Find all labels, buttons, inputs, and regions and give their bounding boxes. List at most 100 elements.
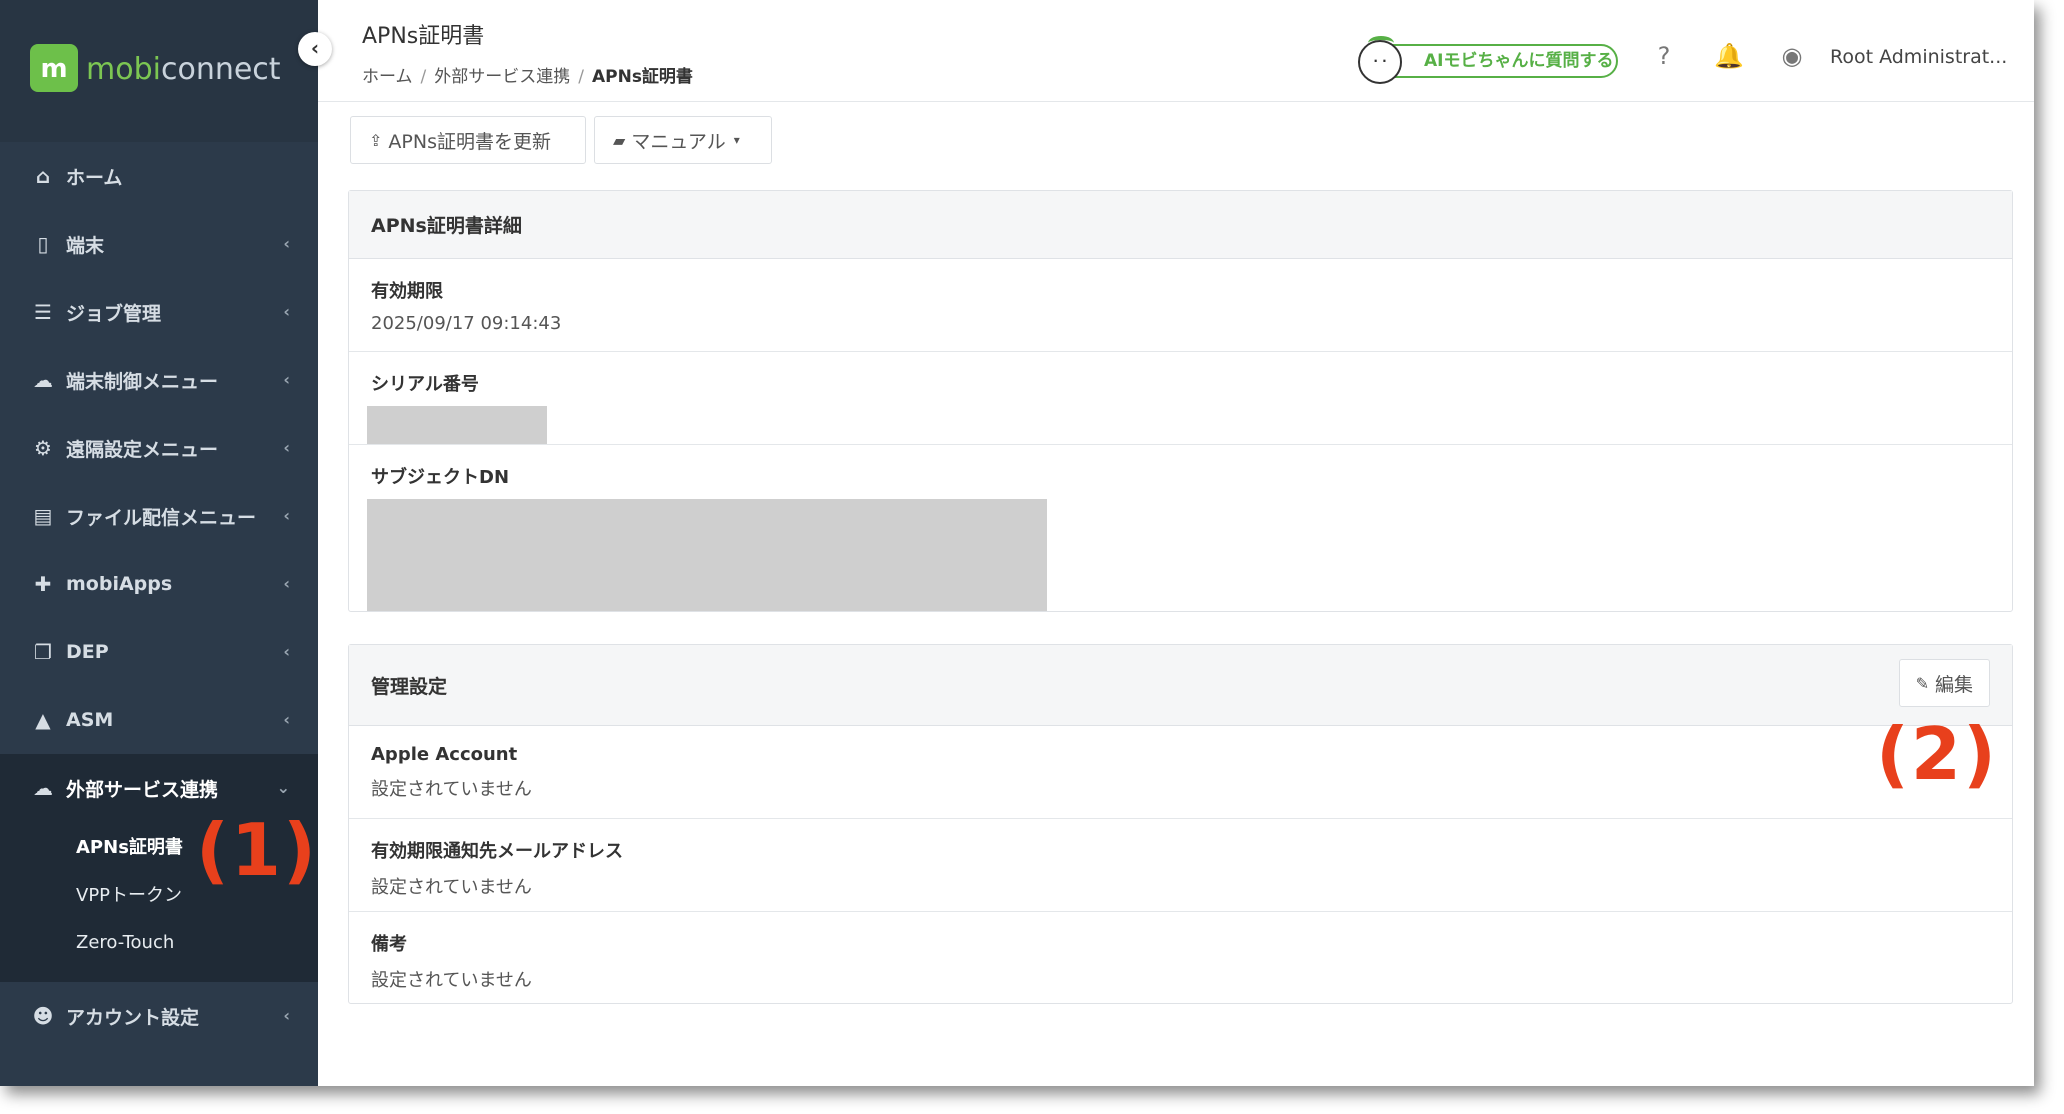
sidebar-item-dep[interactable]: ❐ DEP ‹: [0, 618, 318, 686]
chevron-left-icon: ‹: [283, 710, 290, 729]
header: APNs証明書 ホーム / 外部サービス連携 / APNs証明書 · · AIモビちゃん…: [318, 0, 2034, 102]
ai-assistant-button[interactable]: · · AIモビちゃんに質問する: [1358, 36, 1618, 84]
app-window: m mobiconnect ⌂ ホーム ▯ 端末 ‹ ☰ ジョブ管理 ‹ ☁ 端…: [0, 0, 2034, 1086]
ai-assistant-label: AIモビちゃんに質問する: [1424, 51, 1614, 71]
user-menu[interactable]: Root Administrat...: [1830, 46, 2007, 68]
edit-label: 編集: [1934, 673, 1973, 696]
puzzle-icon: ✚: [34, 572, 52, 596]
sidebar-nav: ⌂ ホーム ▯ 端末 ‹ ☰ ジョブ管理 ‹ ☁ 端末制御メニュー ‹ ⚙ 遠隔…: [0, 142, 318, 1050]
manual-label: マニュアル: [631, 130, 726, 153]
logo-text-part1: mobi: [86, 52, 161, 87]
sidebar-subitem-zero-touch[interactable]: Zero-Touch: [0, 918, 318, 966]
page-title: APNs証明書: [362, 24, 485, 49]
graduation-cap-icon: ▲: [35, 708, 51, 732]
subject-label: サブジェクトDN: [371, 467, 510, 488]
help-icon[interactable]: ?: [1650, 42, 1678, 70]
sidebar-item-devices[interactable]: ▯ 端末 ‹: [0, 210, 318, 278]
breadcrumb-home[interactable]: ホーム: [362, 67, 413, 87]
caret-down-icon: ▾: [733, 133, 740, 147]
chevron-left-icon: ‹: [283, 370, 290, 389]
book-icon: ▰: [613, 130, 626, 150]
notification-email-field: 有効期限通知先メールアドレス 設定されていません: [349, 819, 2012, 912]
sidebar-item-label: ジョブ管理: [66, 302, 162, 325]
sidebar-item-label: ホーム: [66, 166, 123, 189]
apple-account-field: Apple Account 設定されていません: [349, 726, 2012, 819]
sidebar-item-device-control[interactable]: ☁ 端末制御メニュー ‹: [0, 346, 318, 414]
chevron-left-icon: ‹: [283, 1006, 290, 1025]
breadcrumb-separator: /: [420, 67, 427, 87]
home-icon: ⌂: [35, 164, 51, 188]
breadcrumb-external-services[interactable]: 外部サービス連携: [434, 67, 570, 87]
expiry-value: 2025/09/17 09:14:43: [371, 313, 562, 334]
bell-icon[interactable]: 🔔: [1714, 42, 1744, 70]
copy-icon: ❐: [34, 640, 52, 664]
users-icon: ☻: [32, 1004, 54, 1028]
logo-icon[interactable]: m: [30, 44, 78, 92]
sidebar-item-asm[interactable]: ▲ ASM ‹: [0, 686, 318, 754]
notes-label: 備考: [371, 934, 407, 955]
sidebar-item-label: 端末: [66, 234, 105, 257]
chevron-down-icon: ⌄: [276, 778, 290, 797]
sidebar: m mobiconnect ⌂ ホーム ▯ 端末 ‹ ☰ ジョブ管理 ‹ ☁ 端…: [0, 0, 318, 1086]
update-certificate-button[interactable]: ⇪ APNs証明書を更新: [350, 116, 586, 164]
user-circle-icon[interactable]: ◉: [1778, 42, 1806, 70]
chevron-left-icon: ‹: [283, 506, 290, 525]
notes-value: 設定されていません: [371, 970, 532, 991]
sidebar-item-label: アカウント設定: [66, 1006, 200, 1029]
logo-text-part2: connect: [160, 52, 281, 87]
sidebar-item-label: mobiApps: [66, 573, 173, 595]
expiry-label: 有効期限: [371, 281, 443, 302]
sidebar-item-label: ファイル配信メニュー: [66, 506, 257, 529]
annotation-2: (2): [1876, 712, 1998, 796]
notification-email-label: 有効期限通知先メールアドレス: [371, 841, 623, 862]
breadcrumb: ホーム / 外部サービス連携 / APNs証明書: [362, 62, 693, 87]
sidebar-item-remote-settings[interactable]: ⚙ 遠隔設定メニュー ‹: [0, 414, 318, 482]
sidebar-item-label: 外部サービス連携: [66, 778, 219, 801]
chevron-left-icon: ‹: [283, 574, 290, 593]
logo-area: m mobiconnect: [0, 0, 318, 142]
apple-account-label: Apple Account: [371, 744, 518, 765]
chevron-left-icon: ‹: [283, 438, 290, 457]
sidebar-item-jobs[interactable]: ☰ ジョブ管理 ‹: [0, 278, 318, 346]
manual-dropdown-button[interactable]: ▰ マニュアル ▾: [594, 116, 772, 164]
tablet-icon: ▯: [37, 232, 49, 256]
file-icon: ▤: [33, 504, 53, 528]
chevron-left-icon: ‹: [283, 642, 290, 661]
certificate-detail-panel: APNs証明書詳細 有効期限 2025/09/17 09:14:43 シリアル番…: [348, 190, 2013, 612]
panel-title: 管理設定: [371, 675, 448, 698]
cloud-signal-icon: ☁: [33, 368, 53, 392]
update-certificate-label: APNs証明書を更新: [388, 130, 551, 153]
upload-icon: ⇪: [369, 130, 383, 150]
server-icon: ☰: [34, 300, 52, 324]
edit-button[interactable]: ✎ 編集: [1898, 659, 1990, 707]
serial-label: シリアル番号: [371, 374, 479, 395]
notes-field: 備考 設定されていません: [349, 912, 2012, 1006]
annotation-1: (1): [196, 808, 318, 892]
edit-icon: ✎: [1915, 673, 1929, 693]
apple-account-value: 設定されていません: [371, 779, 532, 800]
sidebar-item-label: DEP: [66, 641, 109, 663]
breadcrumb-separator: /: [578, 67, 584, 87]
sidebar-item-home[interactable]: ⌂ ホーム: [0, 142, 318, 210]
cloud-icon: ☁: [33, 776, 53, 800]
mascot-face-icon: · ·: [1358, 36, 1402, 84]
sidebar-item-file-distribution[interactable]: ▤ ファイル配信メニュー ‹: [0, 482, 318, 550]
breadcrumb-current: APNs証明書: [591, 67, 693, 87]
management-settings-panel: 管理設定 ✎ 編集 Apple Account 設定されていません 有効期限通知…: [348, 644, 2013, 1004]
sidebar-item-mobiapps[interactable]: ✚ mobiApps ‹: [0, 550, 318, 618]
redacted-subject: [367, 499, 1047, 611]
sidebar-item-label: 遠隔設定メニュー: [66, 438, 219, 461]
subject-field: サブジェクトDN: [349, 445, 2012, 625]
logo-mark: m: [40, 54, 68, 84]
expiry-field: 有効期限 2025/09/17 09:14:43: [349, 259, 2012, 352]
redacted-serial: [367, 406, 547, 444]
panel-heading: 管理設定 ✎ 編集: [349, 645, 2012, 726]
serial-field: シリアル番号: [349, 352, 2012, 445]
panel-title: APNs証明書詳細: [349, 191, 2012, 259]
sidebar-collapse-button[interactable]: ‹: [298, 32, 332, 66]
logo-text[interactable]: mobiconnect: [86, 52, 281, 87]
notification-email-value: 設定されていません: [371, 877, 532, 898]
sidebar-item-account-settings[interactable]: ☻ アカウント設定 ‹: [0, 982, 318, 1050]
sidebar-item-label: 端末制御メニュー: [66, 370, 219, 393]
